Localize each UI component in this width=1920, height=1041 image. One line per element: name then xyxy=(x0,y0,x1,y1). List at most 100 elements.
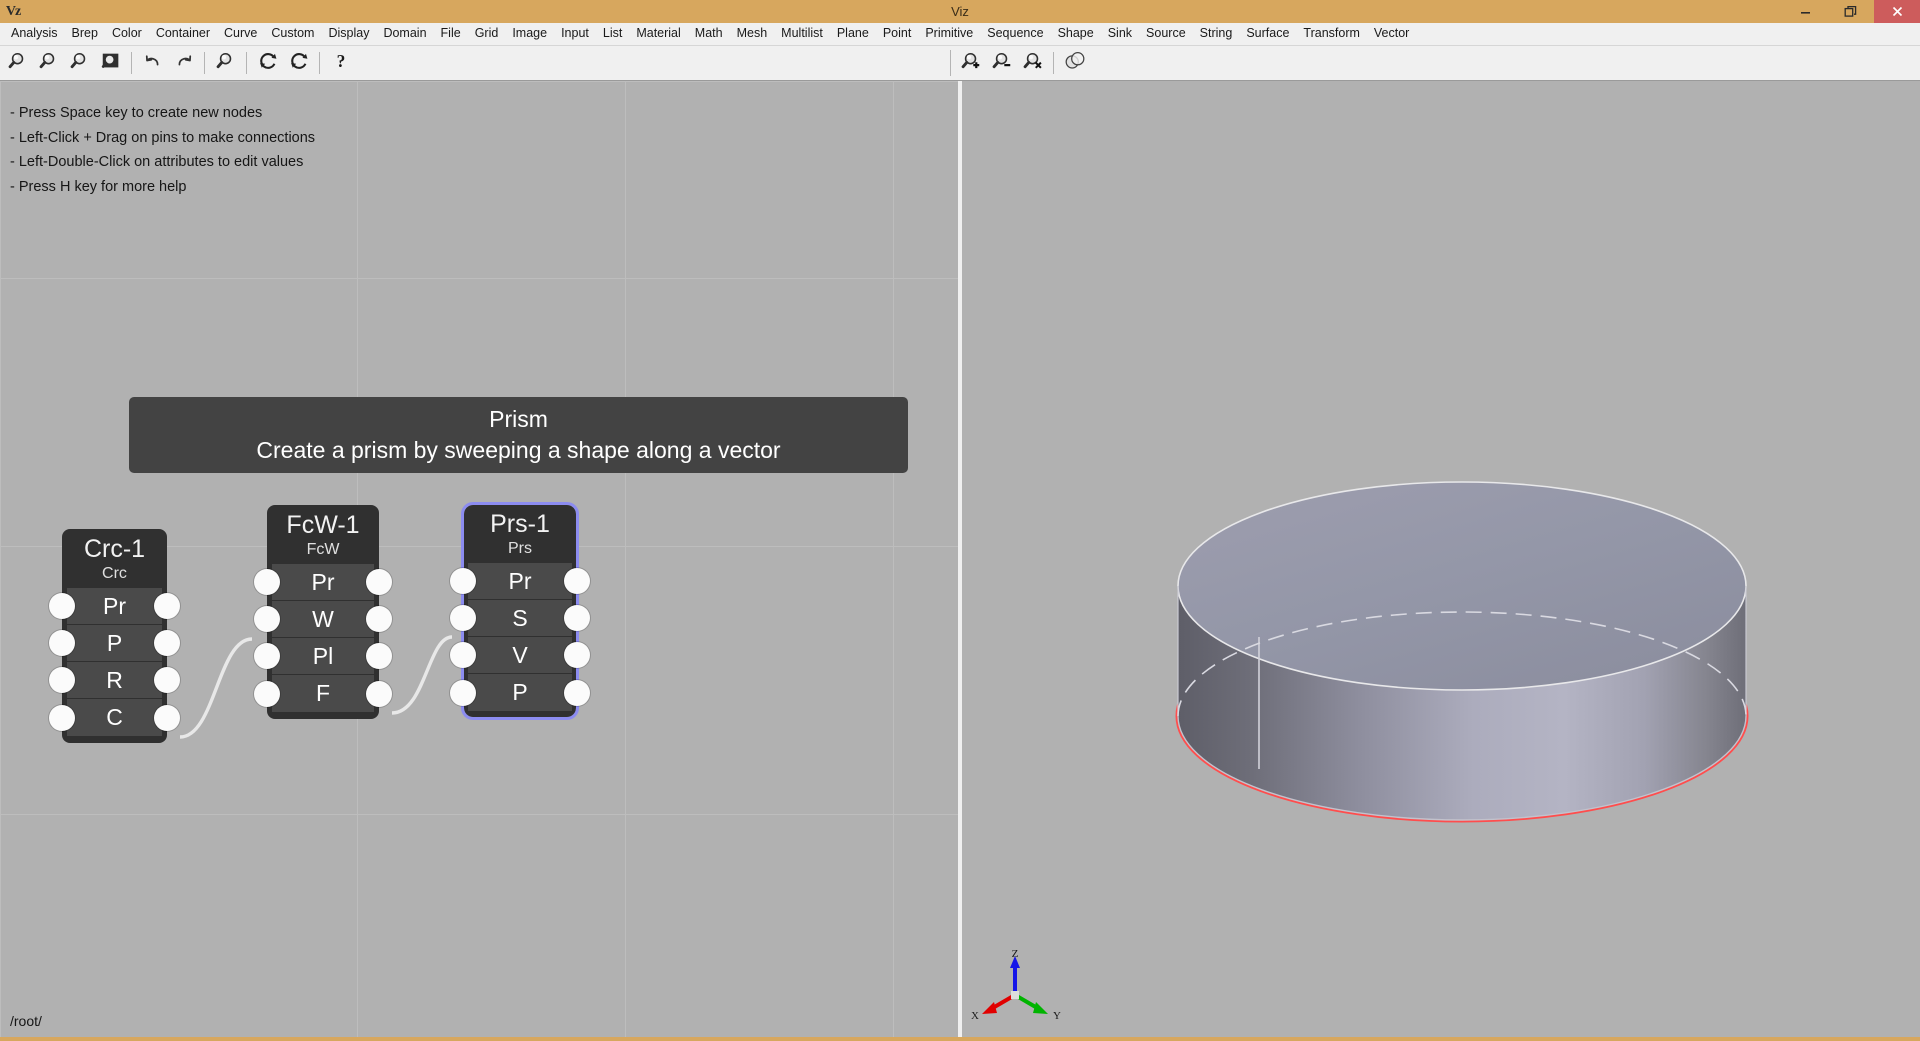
output-pin[interactable] xyxy=(366,606,392,632)
input-pin[interactable] xyxy=(254,569,280,595)
menu-item-string[interactable]: String xyxy=(1193,24,1240,44)
output-pin[interactable] xyxy=(154,705,180,731)
node-crc[interactable]: Crc-1CrcPrPRC xyxy=(62,529,167,743)
node-attribute-row[interactable]: Pl xyxy=(272,638,374,675)
output-pin[interactable] xyxy=(564,642,590,668)
node-attribute-label: Pr xyxy=(312,571,335,594)
output-pin[interactable] xyxy=(154,667,180,693)
menu-item-multilist[interactable]: Multilist xyxy=(774,24,830,44)
input-pin[interactable] xyxy=(450,642,476,668)
node-attribute-row[interactable]: P xyxy=(468,674,572,711)
output-pin[interactable] xyxy=(564,605,590,631)
zoom-in-button[interactable] xyxy=(2,48,33,78)
menu-item-sequence[interactable]: Sequence xyxy=(980,24,1050,44)
viewport-zoom-clear-button[interactable] xyxy=(1017,48,1048,78)
zoom-fit-button[interactable] xyxy=(95,48,126,78)
node-attribute-row[interactable]: P xyxy=(67,625,162,662)
zoom-reset-button[interactable] xyxy=(64,48,95,78)
refresh-button[interactable] xyxy=(252,48,283,78)
menu-item-source[interactable]: Source xyxy=(1139,24,1193,44)
input-pin[interactable] xyxy=(49,705,75,731)
node-attribute-row[interactable]: R xyxy=(67,662,162,699)
help-button[interactable]: ? xyxy=(325,48,356,78)
menu-item-material[interactable]: Material xyxy=(629,24,687,44)
search-button[interactable] xyxy=(210,48,241,78)
refresh-all-button[interactable] xyxy=(283,48,314,78)
viewport-zoom-out-button[interactable] xyxy=(986,48,1017,78)
menu-item-display[interactable]: Display xyxy=(321,24,376,44)
menu-item-primitive[interactable]: Primitive xyxy=(918,24,980,44)
input-pin[interactable] xyxy=(450,605,476,631)
node-attribute-row[interactable]: Pr xyxy=(272,564,374,601)
restore-icon xyxy=(1844,5,1858,19)
node-header[interactable]: Prs-1Prs xyxy=(468,508,572,563)
output-pin[interactable] xyxy=(366,643,392,669)
menu-item-container[interactable]: Container xyxy=(149,24,217,44)
input-pin[interactable] xyxy=(49,593,75,619)
menu-item-list[interactable]: List xyxy=(596,24,629,44)
node-attribute-row[interactable]: Pr xyxy=(468,563,572,600)
viewport-zoom-in-button[interactable] xyxy=(955,48,986,78)
menu-item-file[interactable]: File xyxy=(434,24,468,44)
node-header[interactable]: FcW-1FcW xyxy=(272,509,374,564)
output-pin[interactable] xyxy=(154,630,180,656)
menu-item-mesh[interactable]: Mesh xyxy=(730,24,775,44)
node-attribute-row[interactable]: F xyxy=(272,675,374,712)
close-button[interactable] xyxy=(1874,0,1920,23)
node-attribute-row[interactable]: W xyxy=(272,601,374,638)
menu-item-grid[interactable]: Grid xyxy=(468,24,506,44)
menu-item-math[interactable]: Math xyxy=(688,24,730,44)
menu-item-brep[interactable]: Brep xyxy=(65,24,105,44)
output-pin[interactable] xyxy=(564,680,590,706)
output-pin[interactable] xyxy=(366,681,392,707)
menu-item-surface[interactable]: Surface xyxy=(1239,24,1296,44)
menu-item-custom[interactable]: Custom xyxy=(264,24,321,44)
menu-item-vector[interactable]: Vector xyxy=(1367,24,1416,44)
zoom-fit-icon xyxy=(100,50,122,77)
output-pin[interactable] xyxy=(366,569,392,595)
menu-item-sink[interactable]: Sink xyxy=(1101,24,1139,44)
zoom-out-button[interactable] xyxy=(33,48,64,78)
node-attribute-row[interactable]: S xyxy=(468,600,572,637)
redo-button[interactable] xyxy=(168,48,199,78)
undo-button[interactable] xyxy=(137,48,168,78)
menu-item-point[interactable]: Point xyxy=(876,24,919,44)
input-pin[interactable] xyxy=(49,667,75,693)
menu-item-color[interactable]: Color xyxy=(105,24,149,44)
node-attribute-label: P xyxy=(512,681,527,704)
node-prs[interactable]: Prs-1PrsPrSVP xyxy=(464,505,576,717)
node-attribute-row[interactable]: C xyxy=(67,699,162,736)
menu-item-shape[interactable]: Shape xyxy=(1051,24,1101,44)
viewport-zoom-in-icon xyxy=(960,50,982,77)
menu-item-image[interactable]: Image xyxy=(505,24,554,44)
input-pin[interactable] xyxy=(450,568,476,594)
output-pin[interactable] xyxy=(154,593,180,619)
viewport-3d[interactable]: Z X Y xyxy=(962,81,1920,1041)
input-pin[interactable] xyxy=(254,643,280,669)
node-attribute-row[interactable]: Pr xyxy=(67,588,162,625)
node-attribute-row[interactable]: V xyxy=(468,637,572,674)
restore-button[interactable] xyxy=(1828,0,1874,23)
axis-gizmo: Z X Y xyxy=(967,943,1063,1031)
menu-item-analysis[interactable]: Analysis xyxy=(4,24,65,44)
menu-item-domain[interactable]: Domain xyxy=(376,24,433,44)
input-pin[interactable] xyxy=(254,681,280,707)
node-header[interactable]: Crc-1Crc xyxy=(67,533,162,588)
node-attribute-label: F xyxy=(316,682,330,705)
output-pin[interactable] xyxy=(564,568,590,594)
menu-item-curve[interactable]: Curve xyxy=(217,24,264,44)
menu-item-input[interactable]: Input xyxy=(554,24,596,44)
input-pin[interactable] xyxy=(49,630,75,656)
node-editor-canvas[interactable]: - Press Space key to create new nodes- L… xyxy=(0,81,958,1041)
minimize-button[interactable] xyxy=(1782,0,1828,23)
toolbar-divider xyxy=(950,50,951,76)
menu-item-transform[interactable]: Transform xyxy=(1296,24,1367,44)
workspace: - Press Space key to create new nodes- L… xyxy=(0,81,1920,1041)
input-pin[interactable] xyxy=(254,606,280,632)
viewport-zoom-out-icon xyxy=(991,50,1013,77)
input-pin[interactable] xyxy=(450,680,476,706)
wire-fcw-to-prs xyxy=(392,637,452,713)
node-fcw[interactable]: FcW-1FcW Pr WPl F xyxy=(267,505,379,719)
menu-item-plane[interactable]: Plane xyxy=(830,24,876,44)
shading-button[interactable] xyxy=(1059,48,1090,78)
